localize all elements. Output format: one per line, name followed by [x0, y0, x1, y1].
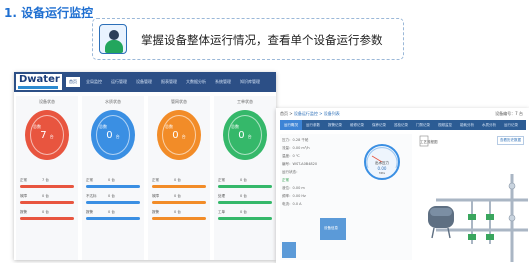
params-panel: 出水压力 0.00 MPa 设备信息 压力：0.28 千帕 流量：0.00 m³/… [280, 134, 412, 260]
menu-item[interactable]: 设备管理 [133, 77, 155, 87]
card-stat-row: 不达标 0 台 [86, 194, 115, 198]
menu-item[interactable]: 系统管理 [212, 77, 234, 87]
card-title: 管网状态 [171, 99, 187, 104]
card-stat-bar [218, 217, 272, 220]
card-circle: 总数 0 台 [157, 110, 201, 160]
detail-tabs: 运行概况 运行参数 报警记录 维修记录 保养记录 巡检记录 门禁记录 视频监控 能耗分析 水质分析… [280, 120, 526, 130]
detail-tab[interactable]: 报警记录 [324, 120, 346, 130]
main-menu: 首页 全局监控 运行管理 设备管理 报表管理 大数据分析 系统管理 知识库管理 [66, 77, 263, 87]
card-stat-row: 正常 0 台 [86, 178, 115, 182]
card-title: 工单状态 [237, 99, 253, 104]
detail-tab[interactable]: 运行参数 [302, 120, 324, 130]
detail-tab[interactable]: 巡检记录 [390, 120, 412, 130]
status-card[interactable]: 水质状态 总数 0 台 正常 0 台不达标 0 台报警 0 台 [82, 96, 144, 260]
card-stat-bar [86, 217, 140, 220]
card-stat-bar [152, 217, 206, 220]
status-cards: 设备状态 总数 7 台 正常 7 台故障 0 台报警 0 台 水质状态 总数 0 台 … [16, 96, 276, 260]
feature-banner: 掌握设备整体运行情况，查看单个设备运行参数 [92, 18, 404, 60]
card-stat-bar [152, 201, 206, 204]
device-count: 设备编号：7 台 [495, 111, 523, 116]
menu-item[interactable]: 大数据分析 [183, 77, 209, 87]
status-card[interactable]: 工单状态 总数 0 台 正常 0 台处理 0 台工单 0 台 [214, 96, 276, 260]
card-title: 水质状态 [105, 99, 121, 104]
detail-tab[interactable]: 维修记录 [346, 120, 368, 130]
menu-item[interactable]: 全局监控 [83, 77, 105, 87]
user-icon [99, 24, 127, 54]
card-stat-bar [86, 201, 140, 204]
menu-item[interactable]: 报表管理 [158, 77, 180, 87]
diagram-title: 工艺流程图 [420, 140, 438, 144]
card-stat-bar [152, 185, 206, 188]
logo: Dwater [16, 74, 62, 90]
banner-text: 掌握设备整体运行情况，查看单个设备运行参数 [141, 33, 383, 47]
card-stat-bar [86, 185, 140, 188]
detail-tab[interactable]: 门禁记录 [412, 120, 434, 130]
card-stat-bar [20, 201, 74, 204]
card-stat-bar [20, 217, 74, 220]
param-row: 频率：0.00 Hz [282, 194, 306, 198]
card-stat-row: 报警 0 台 [86, 210, 115, 214]
card-stat-row: 报警 0 台 [152, 210, 181, 214]
info-block-small [282, 242, 296, 258]
card-stat-row: 正常 0 台 [152, 178, 181, 182]
history-button[interactable]: 查看历史数据 [497, 136, 524, 145]
page-title: 1. 设备运行监控 [4, 6, 94, 20]
card-stat-row: 处理 0 台 [218, 194, 247, 198]
dashboard-screenshot: Dwater 首页 全局监控 运行管理 设备管理 报表管理 大数据分析 系统管理 知识库管理 … [14, 72, 276, 260]
detail-tab[interactable]: 运行概况 [280, 120, 302, 130]
param-row: 运行状态： [282, 170, 300, 174]
gauge-label: 出水压力 [375, 160, 389, 165]
card-circle: 总数 0 台 [223, 110, 267, 160]
pressure-gauge: 出水压力 0.00 MPa [362, 142, 402, 182]
card-circle: 总数 7 台 [25, 110, 69, 160]
detail-tab[interactable]: 保养记录 [368, 120, 390, 130]
param-row: 编号：WST-A0B4820 [282, 162, 318, 166]
param-row: 电流：0.0 A [282, 202, 302, 206]
detail-tab[interactable]: 视频监控 [434, 120, 456, 130]
card-title: 设备状态 [39, 99, 55, 104]
card-stat-bar [218, 201, 272, 204]
card-stat-row: 正常 0 台 [218, 178, 247, 182]
card-stat-bar [20, 185, 74, 188]
param-row: 液位：0.00 m [282, 186, 305, 190]
process-diagram: 工艺流程图 查看历史数据 [416, 134, 528, 262]
top-nav: Dwater 首页 全局监控 运行管理 设备管理 报表管理 大数据分析 系统管理 知识库管理 [14, 72, 276, 92]
detail-tab[interactable]: 水质分析 [478, 120, 500, 130]
card-circle: 总数 0 台 [91, 110, 135, 160]
breadcrumb: 首页 > 设备运行监控 > 设备列表 [280, 111, 340, 116]
param-row: 压力：0.28 千帕 [282, 138, 309, 142]
card-stat-row: 正常 7 台 [20, 178, 49, 182]
card-stat-row: 故障 0 台 [152, 194, 181, 198]
status-card[interactable]: 设备状态 总数 7 台 正常 7 台故障 0 台报警 0 台 [16, 96, 78, 260]
card-stat-row: 报警 0 台 [20, 210, 49, 214]
detail-tab[interactable]: 能耗分析 [456, 120, 478, 130]
device-detail-screenshot: 首页 > 设备运行监控 > 设备列表 设备编号：7 台 运行概况 运行参数 报警记录… [276, 108, 529, 263]
param-row: 流量：0.00 m³/h [282, 146, 310, 150]
detail-tab[interactable]: 运行记录 [500, 120, 522, 130]
device-info-block[interactable]: 设备信息 [320, 218, 346, 240]
slide: { "slide": { "title": "1. 设备运行监控", "bann… [0, 0, 529, 263]
param-row: 正常 [282, 178, 289, 182]
param-row: 温度：0 ℃ [282, 154, 300, 158]
menu-item[interactable]: 运行管理 [108, 77, 130, 87]
card-stat-bar [218, 185, 272, 188]
gauge-unit: MPa [379, 171, 385, 175]
menu-item[interactable]: 首页 [66, 77, 80, 87]
card-stat-row: 故障 0 台 [20, 194, 49, 198]
card-stat-row: 工单 0 台 [218, 210, 247, 214]
menu-item[interactable]: 知识库管理 [237, 77, 263, 87]
breadcrumb-link[interactable]: 设备运行监控 > 设备列表 [294, 111, 340, 116]
status-card[interactable]: 管网状态 总数 0 台 正常 0 台故障 0 台报警 0 台 [148, 96, 210, 260]
